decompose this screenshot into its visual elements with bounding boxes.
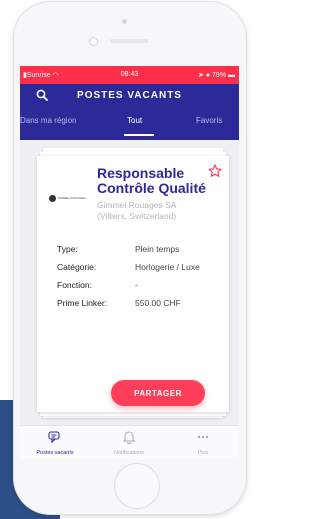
- detail-value: -: [135, 280, 138, 290]
- tab-bar: Dans ma région Tout Favoris: [20, 112, 239, 140]
- detail-row-categorie: Catégorie: Horlogerie / Luxe: [57, 262, 227, 280]
- sensor-dot: [122, 19, 127, 24]
- detail-row-fonction: Fonction: -: [57, 280, 227, 298]
- app-header: ▮Sunrise ◠ 08:43 ➤ ● 79% ▬ POSTES VACANT…: [20, 66, 239, 140]
- company-name: Gimmel Rouages SA: [97, 200, 177, 210]
- title-bar: POSTES VACANTS: [20, 84, 239, 108]
- tab-dans-ma-region[interactable]: Dans ma région: [20, 116, 76, 125]
- detail-row-prime: Prime Linker: 550.00 CHF: [57, 298, 227, 316]
- alarm-icon: ●: [205, 72, 211, 79]
- detail-label: Fonction:: [57, 280, 92, 290]
- more-dots-icon: [197, 435, 209, 439]
- nav-notifications[interactable]: Notifications: [94, 426, 164, 459]
- bottom-navigation: Postes vacants Notifications Plus: [20, 425, 239, 459]
- earpiece-speaker: [110, 39, 148, 43]
- home-button[interactable]: [114, 463, 160, 509]
- company-info: Gimmel Rouages SA (Villiers, Switzerland…: [97, 200, 217, 222]
- detail-label: Prime Linker:: [57, 298, 108, 308]
- job-details: Type: Plein temps Catégorie: Horlogerie …: [57, 244, 227, 316]
- chat-bubbles-icon: [48, 431, 60, 444]
- status-right: ➤ ● 79% ▬: [198, 71, 235, 79]
- share-button[interactable]: PARTAGER: [111, 380, 205, 406]
- detail-value: 550.00 CHF: [135, 298, 181, 308]
- nav-postes-vacants[interactable]: Postes vacants: [20, 426, 90, 459]
- status-bar: ▮Sunrise ◠ 08:43 ➤ ● 79% ▬: [20, 66, 239, 84]
- location-icon: ➤: [198, 72, 204, 79]
- tab-tout[interactable]: Tout: [127, 116, 142, 125]
- active-tab-indicator: [124, 134, 154, 136]
- company-location: (Villiers, Switzerland): [97, 211, 177, 221]
- nav-label: Plus: [197, 450, 209, 456]
- logo-mark: [49, 195, 56, 202]
- nav-label: Postes vacants: [36, 450, 74, 456]
- nav-plus[interactable]: Plus: [168, 426, 238, 459]
- tab-favoris[interactable]: Favoris: [196, 116, 222, 125]
- logo-text: GIMMEL ROUAGES: [58, 196, 86, 200]
- detail-value: Horlogerie / Luxe: [135, 262, 200, 272]
- front-camera: [89, 37, 98, 46]
- page-title: POSTES VACANTS: [77, 90, 182, 101]
- job-card[interactable]: GIMMEL ROUAGES Responsable Contrôle Qual…: [37, 156, 229, 412]
- detail-label: Type:: [57, 244, 78, 254]
- detail-row-type: Type: Plein temps: [57, 244, 227, 262]
- battery-icon: ▬: [228, 72, 235, 79]
- job-title: Responsable Contrôle Qualité: [97, 165, 206, 196]
- detail-value: Plein temps: [135, 244, 180, 254]
- company-logo: GIMMEL ROUAGES: [49, 192, 89, 206]
- nav-label: Notifications: [114, 450, 144, 456]
- battery-percent: 79%: [212, 72, 227, 79]
- detail-label: Catégorie:: [57, 262, 97, 272]
- app-screen: ▮Sunrise ◠ 08:43 ➤ ● 79% ▬ POSTES VACANT…: [20, 66, 239, 459]
- bell-icon: [122, 431, 136, 444]
- star-outline-icon[interactable]: [208, 164, 222, 178]
